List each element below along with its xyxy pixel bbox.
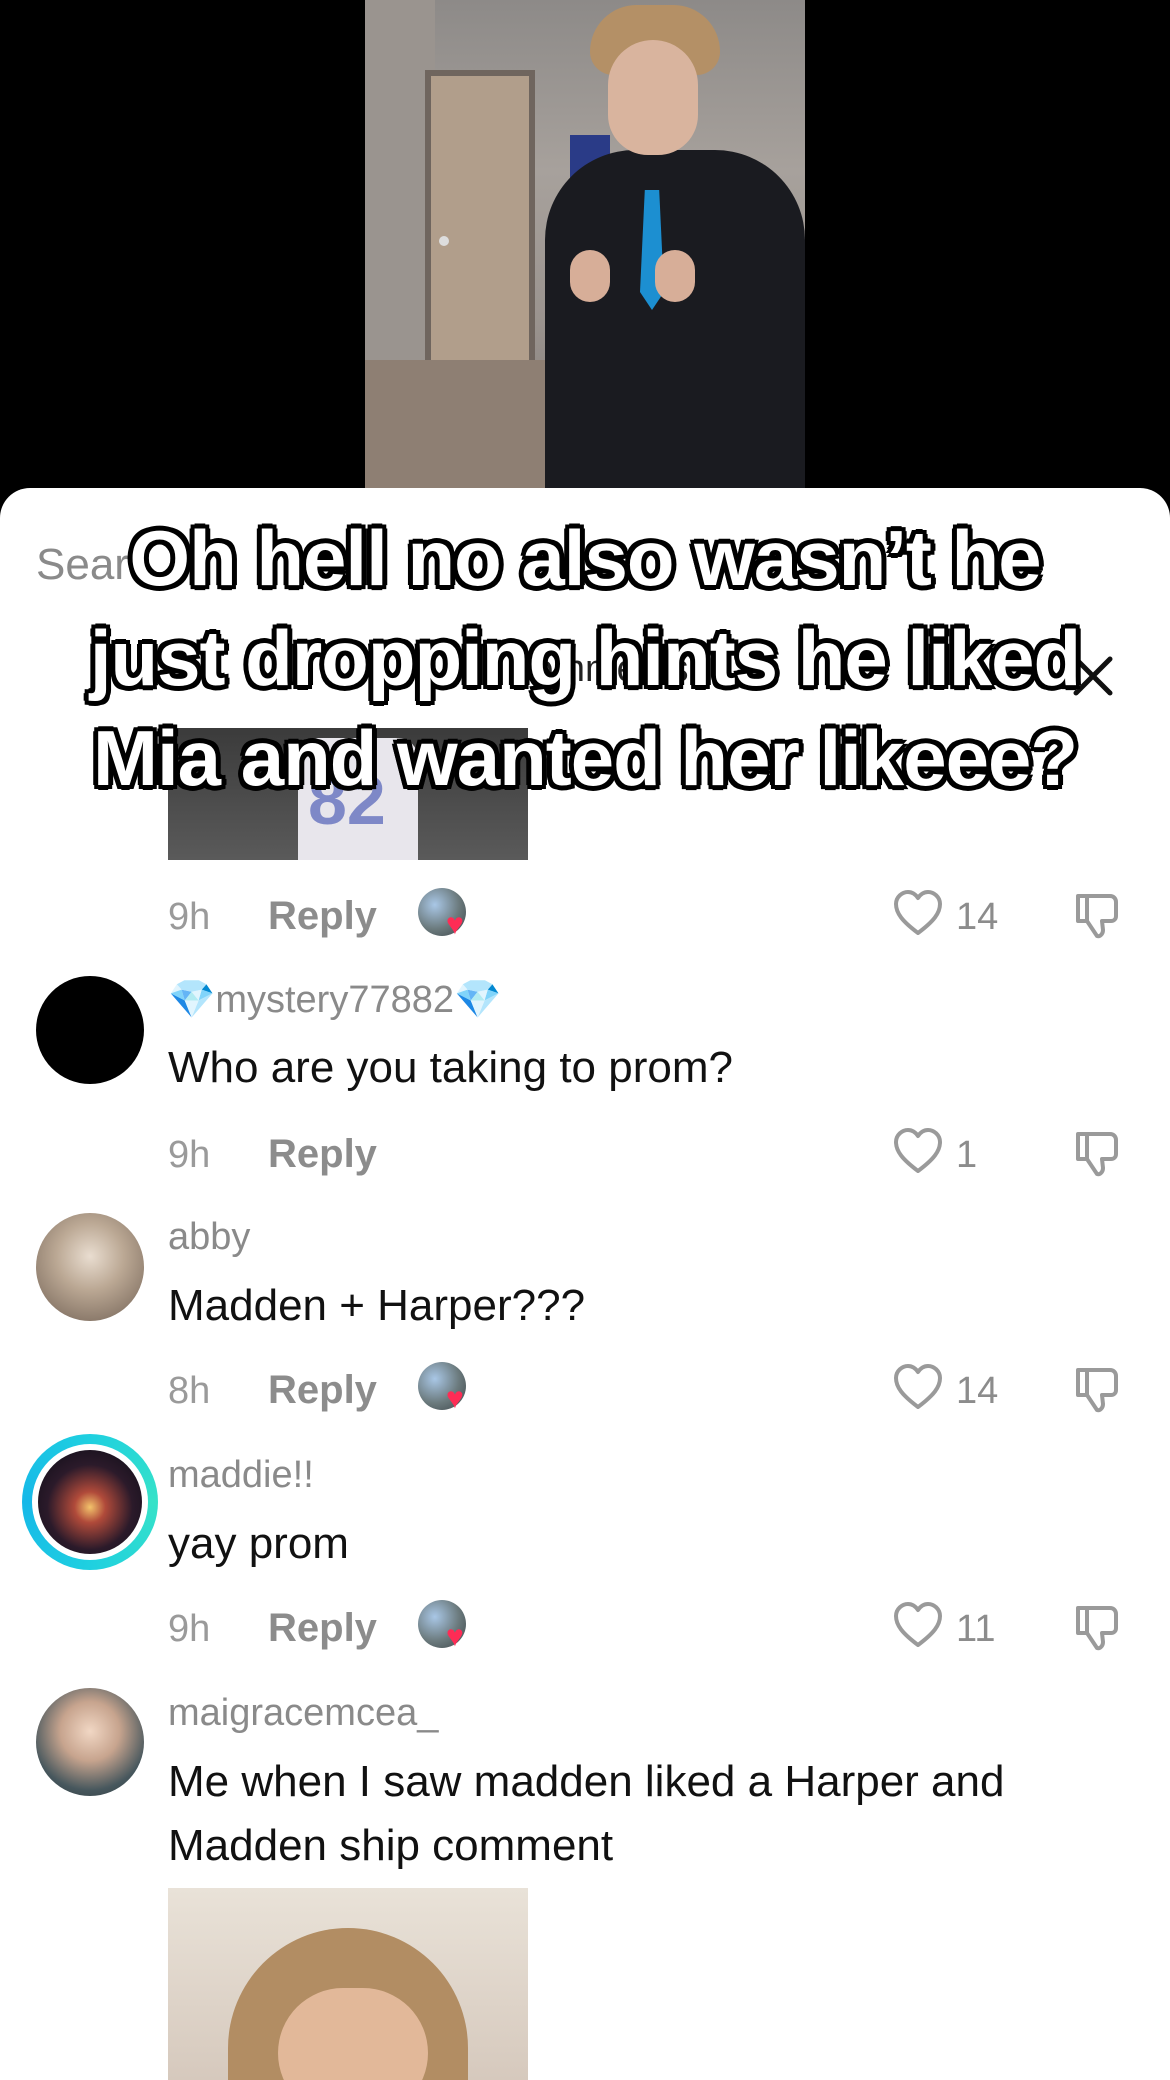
creator-liked-heart-icon: ♥	[446, 1382, 464, 1415]
avatar[interactable]	[36, 1213, 144, 1321]
dislike-button[interactable]	[1070, 1126, 1124, 1180]
comment-username[interactable]: maddie!!	[168, 1454, 314, 1497]
avatar[interactable]	[36, 1688, 144, 1796]
comment-username[interactable]: abby	[168, 1216, 250, 1259]
comment-username[interactable]: maigracemcea_	[168, 1692, 438, 1735]
heart-outline-icon	[894, 1128, 942, 1173]
comment-actions: 9h Reply 1	[0, 1126, 1170, 1186]
dislike-button[interactable]	[1070, 1600, 1124, 1654]
comment-actions: 9h Reply ♥ 14	[0, 888, 1170, 948]
comment-text: yay prom	[168, 1519, 349, 1568]
dislike-icon	[1076, 1368, 1118, 1413]
heart-outline-icon	[894, 890, 942, 935]
dislike-icon	[1076, 1606, 1118, 1651]
avatar-with-story-ring[interactable]	[0, 1434, 170, 1574]
video-frame	[365, 0, 805, 488]
comment-time: 8h	[168, 1370, 211, 1412]
video-player[interactable]	[0, 0, 1170, 488]
dislike-button[interactable]	[1070, 1362, 1124, 1416]
like-count: 14	[956, 896, 999, 938]
avatar[interactable]	[36, 976, 144, 1084]
comment-actions: 9h Reply ♥ 11	[0, 1600, 1170, 1660]
creator-liked-heart-icon: ♥	[446, 908, 464, 941]
like-button[interactable]	[892, 1600, 944, 1652]
comment-text: Who are you taking to prom?	[168, 1043, 733, 1092]
like-button[interactable]	[892, 888, 944, 940]
dislike-button[interactable]	[1070, 888, 1124, 942]
comment-text: Me when I saw madden liked a Harper and …	[168, 1757, 1005, 1870]
comment-image[interactable]	[168, 1888, 528, 2080]
heart-outline-icon	[894, 1602, 942, 1647]
comment-actions: 8h Reply ♥ 14	[0, 1362, 1170, 1422]
door	[425, 70, 535, 400]
reply-button[interactable]: Reply	[268, 894, 377, 939]
creator-liked-heart-icon: ♥	[446, 1620, 464, 1653]
video-caption-overlay: Oh hell no also wasn’t he just dropping …	[89, 514, 1081, 802]
reply-button[interactable]: Reply	[268, 1132, 377, 1177]
avatar	[38, 1450, 142, 1554]
comment-text: Madden + Harper???	[168, 1281, 586, 1330]
comment-time: 9h	[168, 1134, 211, 1176]
reply-button[interactable]: Reply	[268, 1368, 377, 1413]
like-count: 1	[956, 1134, 978, 1176]
person	[545, 150, 805, 488]
like-count: 11	[956, 1608, 996, 1650]
comment-username[interactable]: 💎mystery77882💎	[168, 978, 501, 1022]
like-button[interactable]	[892, 1126, 944, 1178]
heart-outline-icon	[894, 1364, 942, 1409]
like-button[interactable]	[892, 1362, 944, 1414]
reply-button[interactable]: Reply	[268, 1606, 377, 1651]
dislike-icon	[1076, 894, 1118, 939]
like-count: 14	[956, 1370, 999, 1412]
comment-time: 9h	[168, 1608, 211, 1650]
dislike-icon	[1076, 1132, 1118, 1177]
comment-time: 9h	[168, 896, 211, 938]
